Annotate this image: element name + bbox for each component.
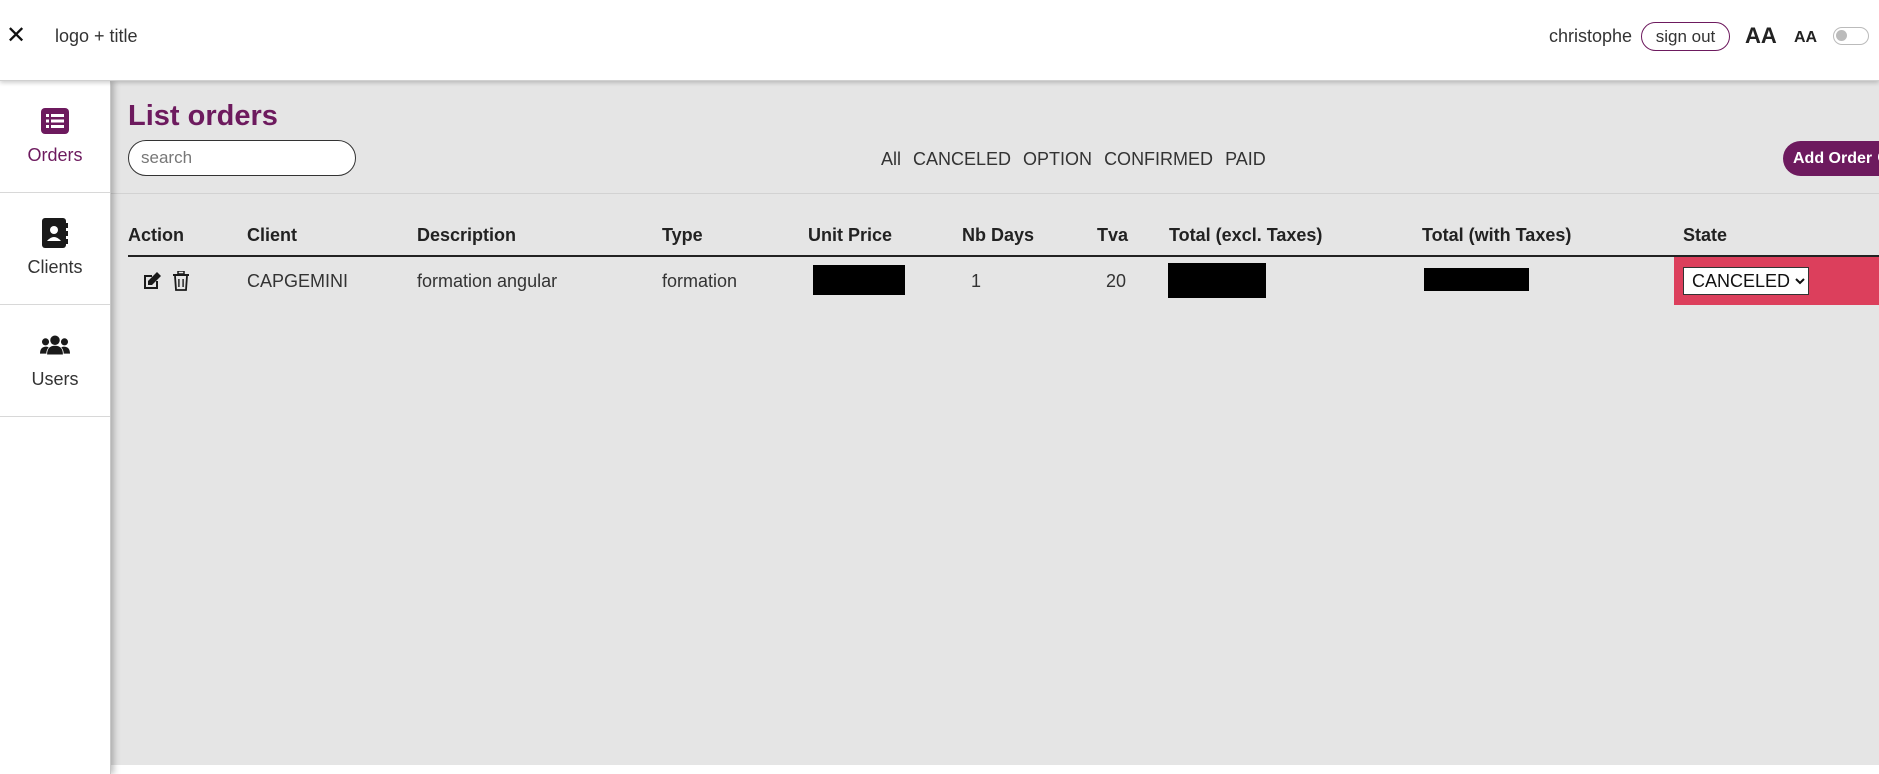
- cell-total-excl-redacted: [1168, 263, 1266, 298]
- column-header-total-with: Total (with Taxes): [1422, 225, 1572, 245]
- state-select[interactable]: CANCELED: [1683, 267, 1809, 295]
- filter-canceled[interactable]: CANCELED: [913, 149, 1011, 170]
- column-header-total-excl: Total (excl. Taxes): [1169, 225, 1323, 245]
- column-header-state: State: [1683, 225, 1728, 245]
- orders-table: Action Client Description Type Unit Pric…: [128, 215, 1879, 305]
- column-header-client: Client: [247, 225, 298, 245]
- close-icon[interactable]: ✕: [6, 22, 26, 50]
- column-header-action: Action: [128, 225, 184, 245]
- app-title: logo + title: [55, 26, 138, 46]
- table-header: Action Client Description Type Unit Pric…: [128, 215, 1879, 257]
- column-header-tva: Tva: [1097, 225, 1129, 245]
- theme-toggle[interactable]: [1833, 27, 1869, 45]
- divider: [111, 193, 1879, 194]
- toggle-knob: [1836, 30, 1847, 41]
- sidebar-item-label: Clients: [27, 257, 83, 277]
- cell-tva: 20: [1106, 271, 1127, 291]
- top-header: ✕ logo + title christophe sign out AA AA: [0, 0, 1879, 81]
- add-order-label: Add Order: [1793, 149, 1873, 167]
- filter-paid[interactable]: PAID: [1225, 149, 1266, 170]
- users-icon: [40, 331, 70, 359]
- font-size-small-button[interactable]: AA: [1794, 29, 1817, 47]
- table-row: CAPGEMINI formation angular formation 1 …: [128, 257, 1879, 305]
- list-icon: [40, 107, 70, 135]
- cell-total-with-redacted: [1424, 268, 1529, 291]
- cell-client: CAPGEMINI: [247, 271, 349, 291]
- main-content: List orders All CANCELED OPTION CONFIRME…: [111, 81, 1879, 765]
- filter-confirmed[interactable]: CONFIRMED: [1104, 149, 1213, 170]
- edit-icon[interactable]: [142, 271, 162, 291]
- sidebar-item-label: Users: [31, 369, 79, 389]
- sidebar: Orders Clients Users: [0, 81, 111, 774]
- sign-out-button[interactable]: sign out: [1641, 22, 1730, 51]
- cell-nb-days: 1: [971, 271, 982, 291]
- column-header-nb-days: Nb Days: [962, 225, 1035, 245]
- contact-book-icon: [40, 218, 70, 248]
- cell-type: formation: [662, 271, 738, 291]
- font-size-large-button[interactable]: AA: [1745, 23, 1777, 49]
- cell-unit-price-redacted: [813, 265, 905, 295]
- sidebar-item-users[interactable]: Users: [0, 305, 110, 417]
- column-header-description: Description: [417, 225, 517, 245]
- sidebar-item-clients[interactable]: Clients: [0, 193, 110, 305]
- filter-option[interactable]: OPTION: [1023, 149, 1092, 170]
- state-filters: All CANCELED OPTION CONFIRMED PAID: [881, 149, 1266, 170]
- username: christophe: [1549, 26, 1633, 46]
- add-order-button[interactable]: Add Order: [1783, 141, 1879, 176]
- search-input[interactable]: [128, 140, 356, 176]
- filter-all[interactable]: All: [881, 149, 901, 170]
- sidebar-item-label: Orders: [27, 145, 83, 165]
- trash-icon[interactable]: [172, 270, 192, 291]
- sidebar-item-orders[interactable]: Orders: [0, 81, 110, 193]
- cell-description: formation angular: [417, 271, 558, 291]
- state-cell: CANCELED: [1674, 257, 1879, 305]
- column-header-unit-price: Unit Price: [808, 225, 893, 245]
- page-title: List orders: [128, 100, 278, 132]
- user-area: christophe sign out AA AA: [1549, 20, 1879, 52]
- column-header-type: Type: [662, 225, 703, 245]
